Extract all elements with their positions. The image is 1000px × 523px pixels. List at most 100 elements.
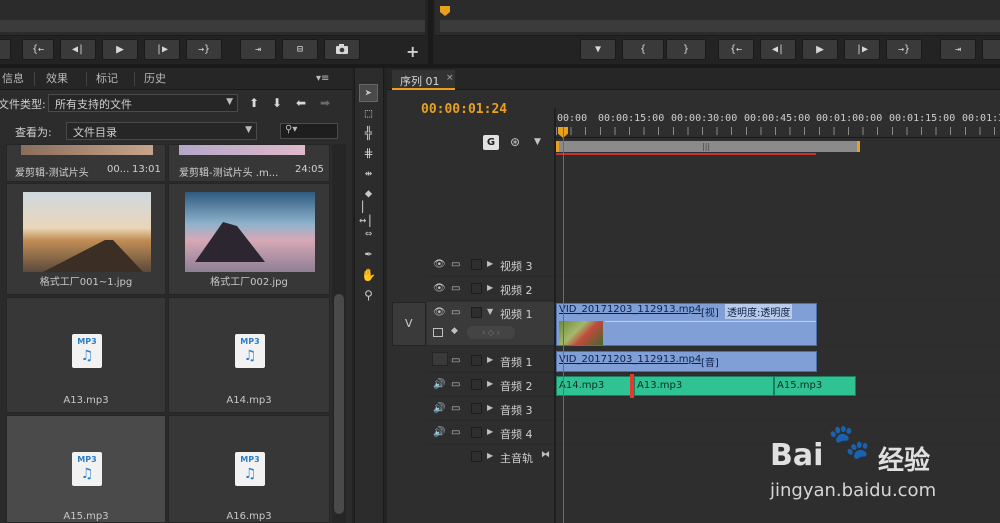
prog-step-forward-button[interactable]: |▶	[844, 39, 880, 60]
speaker-icon[interactable]: 🔊	[433, 379, 445, 390]
film-icon[interactable]: ▭	[451, 307, 460, 318]
film-icon[interactable]: ▭	[451, 355, 460, 366]
go-to-in-button[interactable]: {←	[22, 39, 54, 60]
collapse-icon[interactable]: ▼	[487, 307, 493, 316]
audio-clip-a13[interactable]: A13.mp3	[634, 376, 774, 396]
add-marker-icon[interactable]: ▼	[534, 137, 541, 147]
keyframe-icon[interactable]: ◆	[451, 326, 458, 336]
prog-go-to-in-button[interactable]: {←	[718, 39, 754, 60]
list-item[interactable]: 爱剪辑-测试片头 00... 13:01	[6, 144, 166, 182]
clip-fx[interactable]: 透明度:透明度	[725, 304, 793, 319]
step-back-button[interactable]: ◀|	[60, 39, 96, 60]
zoom-tool-icon[interactable]: ⚲	[359, 286, 378, 304]
program-playhead-icon[interactable]	[440, 6, 450, 16]
master-bowtie-icon[interactable]: ⧓	[541, 450, 550, 460]
prog-go-to-out-button[interactable]: →}	[886, 39, 922, 60]
lock-toggle[interactable]	[471, 427, 482, 438]
film-icon[interactable]: ▭	[451, 283, 460, 294]
source-btn-partial[interactable]	[0, 39, 11, 60]
list-item[interactable]: MP3 ♫ A16.mp3	[168, 415, 330, 523]
track-header-video1[interactable]: 👁 ▭ ▼ 视频 1 ◆ ‹ ◇ ›	[427, 302, 555, 346]
arrow-down-icon[interactable]: ⬇	[272, 96, 282, 110]
arrow-right-icon[interactable]: ➡	[320, 96, 330, 110]
lock-toggle[interactable]	[471, 355, 482, 366]
keyframe-nav-icon[interactable]: ⊛	[510, 135, 520, 149]
video-clip[interactable]: VID_20171203_112913.mp4 [视] 透明度:透明度	[556, 303, 817, 346]
expand-icon[interactable]: ▶	[487, 451, 493, 460]
ripple-edit-tool-icon[interactable]: ╬	[359, 124, 378, 142]
timecode-display[interactable]: 00:00:01:24	[421, 102, 507, 117]
arrow-left-icon[interactable]: ⬅	[296, 96, 306, 110]
prog-play-button[interactable]: ▶	[802, 39, 838, 60]
slide-tool-icon[interactable]: ⇔	[359, 224, 378, 242]
list-item-selected[interactable]: MP3 ♫ A15.mp3	[6, 415, 166, 523]
audio-clip-a14[interactable]: A14.mp3	[556, 376, 632, 396]
expand-icon[interactable]: ▶	[487, 259, 493, 268]
expand-icon[interactable]: ▶	[487, 403, 493, 412]
insert-button[interactable]: ⇥	[240, 39, 276, 60]
lock-toggle[interactable]	[471, 379, 482, 390]
prog-step-back-button[interactable]: ◀|	[760, 39, 796, 60]
arrow-up-icon[interactable]: ⬆	[249, 96, 259, 110]
track-select-tool-icon[interactable]: ⬚	[359, 104, 378, 122]
add-marker-button[interactable]: ▼	[580, 39, 616, 60]
lock-toggle[interactable]	[471, 403, 482, 414]
track-header-master[interactable]: ▶ 主音轨 ⧓	[427, 446, 555, 469]
lock-toggle[interactable]	[471, 307, 482, 318]
program-scrub-bar[interactable]	[440, 20, 1000, 32]
scrollbar-thumb[interactable]	[334, 294, 344, 514]
list-item[interactable]: MP3 ♫ A13.mp3	[6, 297, 166, 413]
track-header-video3[interactable]: 👁 ▭ ▶ 视频 3	[427, 254, 555, 277]
slip-tool-icon[interactable]: |↔|	[359, 199, 378, 227]
film-icon[interactable]: ▭	[451, 259, 460, 270]
snap-icon[interactable]: G	[483, 135, 499, 150]
list-item[interactable]: 格式工厂002.jpg	[168, 183, 330, 295]
keyframe-nav[interactable]: ‹ ◇ ›	[467, 326, 515, 339]
film-icon[interactable]: ▭	[451, 379, 460, 390]
tab-effects[interactable]: 效果	[38, 70, 76, 88]
mark-out-button[interactable]: }	[666, 39, 706, 60]
mark-in-button[interactable]: {	[622, 39, 664, 60]
step-forward-button[interactable]: |▶	[144, 39, 180, 60]
eye-icon[interactable]: 👁	[433, 259, 446, 270]
expand-icon[interactable]: ▶	[487, 427, 493, 436]
hand-tool-icon[interactable]: ✋	[359, 266, 378, 284]
eye-icon[interactable]: 👁	[433, 307, 446, 318]
playhead-line[interactable]	[563, 127, 564, 523]
eye-icon[interactable]: 👁	[433, 283, 446, 294]
list-item[interactable]: MP3 ♫ A14.mp3	[168, 297, 330, 413]
lock-toggle[interactable]	[471, 259, 482, 270]
expand-icon[interactable]: ▶	[487, 283, 493, 292]
go-to-out-button[interactable]: →}	[186, 39, 222, 60]
file-type-select[interactable]: 所有支持的文件 ▼	[48, 94, 238, 112]
film-icon[interactable]: ▭	[451, 427, 460, 438]
film-icon[interactable]: ▭	[451, 403, 460, 414]
track-row-audio3[interactable]	[556, 398, 1000, 421]
audio-clip-a15[interactable]: A15.mp3	[774, 376, 856, 396]
play-button[interactable]: ▶	[102, 39, 138, 60]
pen-tool-icon[interactable]: ✒	[359, 244, 378, 262]
export-frame-button[interactable]	[324, 39, 360, 60]
program-monitor-scrub[interactable]	[435, 0, 1000, 36]
speaker-icon[interactable]: 🔊	[433, 403, 445, 414]
lock-toggle[interactable]	[471, 283, 482, 294]
track-header-video2[interactable]: 👁 ▭ ▶ 视频 2	[427, 278, 555, 301]
list-item[interactable]: 爱剪辑-测试片头 .m... 24:05	[168, 144, 330, 182]
tab-info[interactable]: 信息	[0, 70, 32, 88]
expand-icon[interactable]: ▶	[487, 379, 493, 388]
track-header-audio2[interactable]: 🔊 ▭ ▶ 音频 2	[427, 374, 555, 397]
track-row-video3[interactable]	[556, 254, 1000, 277]
view-as-select[interactable]: 文件目录 ▼	[66, 122, 257, 140]
selection-tool-icon[interactable]: ➤	[359, 84, 378, 102]
extract-button-partial[interactable]	[982, 39, 1000, 60]
speaker-icon[interactable]: 🔊	[433, 427, 445, 438]
overwrite-button[interactable]: ⊟	[282, 39, 318, 60]
list-item[interactable]: 格式工厂001~1.jpg	[6, 183, 166, 295]
audio-clip-linked[interactable]: VID_20171203_112913.mp4 [音]	[556, 351, 817, 372]
source-monitor-scrub[interactable]	[0, 0, 425, 36]
source-scrub-bar[interactable]	[0, 20, 425, 32]
track-header-audio1[interactable]: ▭ ▶ 音频 1	[427, 350, 555, 373]
close-icon[interactable]: ×	[446, 73, 454, 83]
tab-history[interactable]: 历史	[136, 70, 174, 88]
button-editor-add-icon[interactable]: +	[406, 42, 419, 61]
